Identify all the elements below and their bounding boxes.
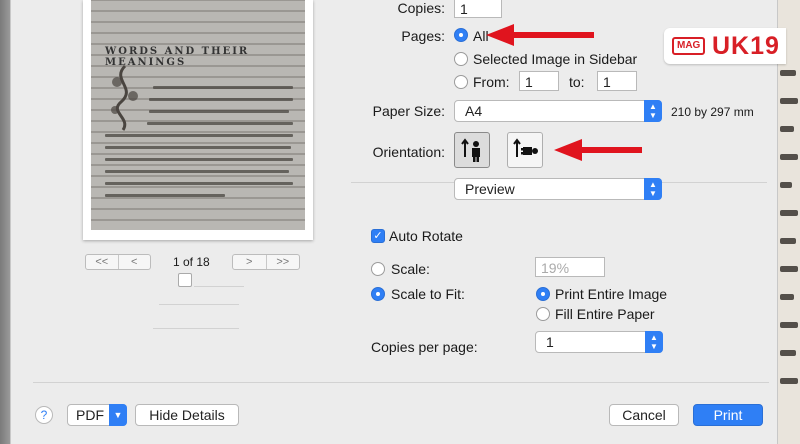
pages-from-label: From: xyxy=(473,74,510,90)
pages-selected-label: Selected Image in Sidebar xyxy=(473,51,638,67)
scale-to-fit-radio[interactable] xyxy=(371,287,385,301)
orientation-landscape-button[interactable] xyxy=(507,132,543,168)
print-entire-image-radio[interactable] xyxy=(536,287,550,301)
scale-radio[interactable] xyxy=(371,262,385,276)
print-dialog: WORDS AND THEIR MEANINGS << < 1 of 18 > … xyxy=(10,0,778,444)
help-button[interactable]: ? xyxy=(35,406,53,424)
portrait-icon xyxy=(461,138,480,162)
section-popup[interactable]: Preview ▲ ▼ xyxy=(454,178,662,200)
preview-nav-back[interactable]: << < xyxy=(85,254,151,270)
hide-details-button[interactable]: Hide Details xyxy=(135,404,239,426)
scale-to-fit-label: Scale to Fit: xyxy=(391,286,465,302)
first-page-button[interactable]: << xyxy=(86,255,118,269)
auto-rotate-label: Auto Rotate xyxy=(389,228,463,244)
copies-label: Copies: xyxy=(397,0,445,16)
last-page-button[interactable]: >> xyxy=(265,255,300,269)
preview-page-image: WORDS AND THEIR MEANINGS xyxy=(91,0,305,230)
orientation-label: Orientation: xyxy=(372,144,445,160)
next-page-button[interactable]: > xyxy=(233,255,266,269)
to-label: to: xyxy=(569,74,585,90)
cancel-button[interactable]: Cancel xyxy=(609,404,679,426)
background-book-page xyxy=(776,0,800,444)
scale-label: Scale: xyxy=(391,261,430,277)
preview-nav-forward[interactable]: > >> xyxy=(232,254,300,270)
copies-per-page-popup[interactable]: 1 ▲ ▼ xyxy=(535,331,663,353)
pdf-menu-button[interactable]: PDF ▼ xyxy=(67,404,127,426)
from-page-field[interactable]: 1 xyxy=(519,71,559,91)
copies-per-page-label: Copies per page: xyxy=(371,339,478,355)
previous-page-button[interactable]: < xyxy=(117,255,151,269)
copies-field[interactable]: 1 xyxy=(454,0,502,18)
chevron-up-down-icon: ▲ ▼ xyxy=(645,331,663,353)
annotation-arrow-orientation xyxy=(554,139,642,161)
print-entire-image-label: Print Entire Image xyxy=(555,286,668,302)
pages-label: Pages: xyxy=(401,28,445,44)
background-left xyxy=(0,0,10,444)
paper-size-popup[interactable]: A4 ▲ ▼ xyxy=(454,100,662,122)
annotation-arrow-pages xyxy=(486,24,594,46)
thumbnail-size-slider-handle[interactable] xyxy=(178,273,192,287)
pages-range-radio[interactable] xyxy=(454,75,468,89)
pages-selected-radio[interactable] xyxy=(454,52,468,66)
chevron-up-down-icon: ▲ ▼ xyxy=(644,100,662,122)
orientation-portrait-button[interactable] xyxy=(454,132,490,168)
chevron-up-down-icon: ▲ ▼ xyxy=(644,178,662,200)
logo-mag-text: MAG xyxy=(672,37,706,55)
copies-per-page-value: 1 xyxy=(546,334,554,350)
print-button[interactable]: Print xyxy=(693,404,763,426)
fill-entire-paper-label: Fill Entire Paper xyxy=(555,306,655,322)
auto-rotate-checkbox[interactable]: ✓ xyxy=(371,229,385,243)
floral-ornament-icon xyxy=(111,64,138,131)
pages-all-radio[interactable] xyxy=(454,28,468,42)
scale-field[interactable]: 19% xyxy=(535,257,605,277)
page-preview: WORDS AND THEIR MEANINGS xyxy=(83,0,313,240)
pdf-label: PDF xyxy=(76,407,104,423)
fill-entire-paper-radio[interactable] xyxy=(536,307,550,321)
site-logo: MAG UK19 xyxy=(664,28,786,64)
landscape-icon xyxy=(513,138,538,157)
paper-size-label: Paper Size: xyxy=(372,103,445,119)
page-counter: 1 of 18 xyxy=(173,255,210,269)
paper-dimensions: 210 by 297 mm xyxy=(671,105,754,119)
chevron-down-icon: ▼ xyxy=(109,404,127,426)
paper-size-value: A4 xyxy=(465,103,483,119)
logo-brand-text: UK19 xyxy=(712,32,780,60)
to-page-field[interactable]: 1 xyxy=(597,71,637,91)
section-popup-value: Preview xyxy=(465,181,515,197)
